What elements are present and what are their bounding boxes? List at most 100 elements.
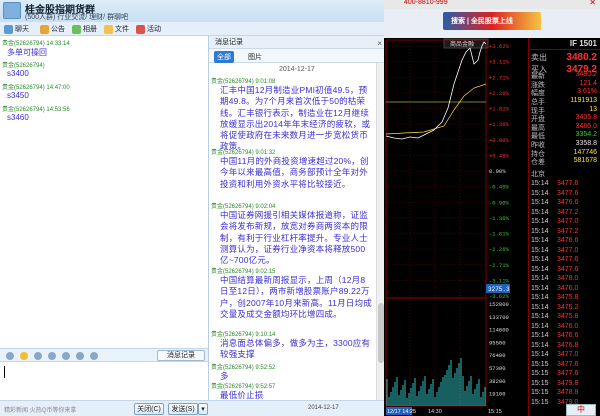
volume-tick-label: 114600 xyxy=(489,327,509,334)
history-scrollbar[interactable] xyxy=(376,63,384,400)
history-message-header: 贵金(52626794) 9:01:08 xyxy=(211,79,276,85)
pct-tick-label: +3.62% xyxy=(489,43,510,50)
volume-tick-label: 57300 xyxy=(489,365,506,372)
futures-chart-window: 400-8810-999 ✕ 搜索 | 全民股票上线 商品金融 +3.62% +3.… xyxy=(384,0,600,416)
history-message: 贵金(52626794) 9:52:57 最低价止损 xyxy=(211,381,373,401)
toolbar-album-button[interactable]: 相册 xyxy=(72,23,97,35)
image-icon[interactable] xyxy=(48,352,56,360)
pct-tick-label: -1.81% xyxy=(489,231,510,238)
history-tabs: 全部 图片 xyxy=(209,49,385,63)
album-icon xyxy=(72,24,81,34)
message-input[interactable] xyxy=(0,362,208,400)
quote-value: 1191913 xyxy=(570,97,597,104)
group-avatar[interactable] xyxy=(3,2,21,19)
history-message: 贵金(52626794) 9:01:32 中国11月的外商投资增速超过20%，创… xyxy=(211,147,373,190)
toolbar-file-button[interactable]: 文件 xyxy=(104,23,129,35)
pct-tick-label: +1.81% xyxy=(489,106,510,113)
tick-time: 15:14 xyxy=(531,227,549,235)
tick-price: 3475.8 xyxy=(557,313,579,320)
tick-time: 15:14 xyxy=(531,180,549,187)
ad-banner-strip: 搜索 | 全民股票上线 xyxy=(384,9,600,38)
message-text: s3400 xyxy=(7,69,29,78)
toolbar-file-label: 文件 xyxy=(115,26,129,33)
time-label: 12/17 14:25 xyxy=(387,409,416,415)
music-icon[interactable] xyxy=(76,352,84,360)
message-time: 14:33:14 xyxy=(46,41,70,47)
toolbar-notice-label: 公告 xyxy=(51,26,65,33)
send-button[interactable]: 发送(S) xyxy=(168,403,198,415)
quote-value: 3358.8 xyxy=(575,140,597,147)
ad-link[interactable]: 精彩新闻 火热Q币等你来拿 xyxy=(4,405,76,414)
pct-tick-label: +3.11% xyxy=(489,59,510,66)
message-history-panel: 消息记录 × 全部 图片 2014-12-17 贵金(52626794) 9:0… xyxy=(208,36,385,401)
quote-panel: IF 1501 卖出 3480.2 买入 3479.2 最新 3480.2 涨跌 121.4 幅… xyxy=(528,38,600,416)
tab-images[interactable]: 图片 xyxy=(245,51,265,63)
quote-value: 581678 xyxy=(573,157,597,165)
shake-icon[interactable] xyxy=(34,352,42,360)
history-message-text: 消息面总体偏多，做多为主，3300应有较强支撑 xyxy=(220,338,371,360)
chart-frame xyxy=(385,39,487,407)
tick-time: 15:14 xyxy=(531,275,549,282)
tick-price: 3477.2 xyxy=(557,227,579,235)
tick-price: 3478.8 xyxy=(557,389,579,396)
tick-time: 15:14 xyxy=(531,303,549,311)
price-marker-label: 3275.3 xyxy=(488,286,510,293)
window-close-icon[interactable]: ✕ xyxy=(589,0,596,7)
group-description: (500人群) 行业交流/ 理财/ 群聊吧 xyxy=(25,14,129,21)
pct-tick-label: +1.36% xyxy=(489,121,510,128)
pct-tick-label: -2.26% xyxy=(489,246,510,253)
chat-message-area[interactable]: 贵金(52626794) 14:33:14 多单可操回 贵金(52626794)… xyxy=(0,36,208,348)
chat-message: 贵金(52626794) 14:53:56 s3460 xyxy=(2,104,70,122)
tick-time: 15:14 xyxy=(531,332,549,339)
tick-price: 3476.6 xyxy=(557,332,579,339)
pct-tick-label: -0.90% xyxy=(489,199,510,206)
history-title-text: 消息记录 xyxy=(215,39,243,46)
contract-code: IF 1501 xyxy=(569,39,597,48)
intraday-chart[interactable]: 商品金融 +3.62% +3.11% +2.71% +2.26% +1.81% +1.36%… xyxy=(384,38,528,416)
tick-price: 3477.6 xyxy=(557,256,579,263)
history-message: 贵金(52626794) 9:01:08 汇丰中国12月制造业PMI初值49.5… xyxy=(211,76,373,153)
trading-titlebar: 400-8810-999 ✕ xyxy=(384,0,600,9)
toolbar-chat-button[interactable]: 聊天 xyxy=(4,23,29,35)
chart-tab-label: 商品金融 xyxy=(450,40,474,48)
folder-icon xyxy=(104,24,113,34)
ime-indicator[interactable]: 中 xyxy=(566,404,596,416)
tab-all[interactable]: 全部 xyxy=(214,51,234,63)
close-button[interactable]: 关闭(C) xyxy=(134,403,164,415)
tick-price: 3476.6 xyxy=(557,237,579,244)
chat-toolbar: 聊天 公告 相册 文件 活动 xyxy=(0,22,384,36)
volume-tick-label: 19100 xyxy=(489,391,506,398)
qq-group-window: 桂金股指期货群 (500人群) 行业交流/ 理财/ 群聊吧 聊天 公告 相册 文… xyxy=(0,0,385,416)
toolbar-album-label: 相册 xyxy=(83,26,97,33)
tick-time: 15:14 xyxy=(531,246,549,254)
pct-tick-label: 0.00% xyxy=(489,168,506,175)
pct-tick-label: +0.45% xyxy=(489,152,510,159)
activity-icon xyxy=(136,24,145,34)
message-time: 14:53:56 xyxy=(46,107,70,113)
toolbar-activity-button[interactable]: 活动 xyxy=(136,23,161,35)
history-message-header: 贵金(52626794) 9:10:14 xyxy=(211,332,276,338)
tick-time: 15:15 xyxy=(531,398,549,406)
history-message-header: 贵金(52626794) 9:52:52 xyxy=(211,365,276,371)
quote-value: 3405.8 xyxy=(575,114,597,122)
send-options-dropdown[interactable]: ▾ xyxy=(198,403,208,415)
quote-label: 卖出 xyxy=(531,53,547,62)
tick-time: 15:14 xyxy=(531,189,549,197)
tick-price: 3476.8 xyxy=(557,341,579,349)
tick-price: 3477.0 xyxy=(557,246,579,254)
gift-icon[interactable] xyxy=(90,352,98,360)
tick-price: 3479.8 xyxy=(557,379,579,387)
font-icon[interactable] xyxy=(6,352,14,360)
tick-price: 3478.0 xyxy=(557,275,579,282)
tick-time: 15:15 xyxy=(531,379,549,387)
toolbar-notice-button[interactable]: 公告 xyxy=(40,23,65,35)
ad-banner[interactable]: 搜索 | 全民股票上线 xyxy=(443,12,541,30)
message-history-button[interactable]: 消息记录 xyxy=(157,350,205,361)
toolbar-chat-label: 聊天 xyxy=(15,26,29,33)
tick-price: 3475.8 xyxy=(557,294,579,301)
emoji-icon[interactable] xyxy=(20,352,28,360)
screenshot-icon[interactable] xyxy=(62,352,70,360)
chat-message: 贵金(52626794) 14:33:14 多单可操回 xyxy=(2,38,70,58)
notice-icon xyxy=(40,24,49,34)
tick-time: 15:14 xyxy=(531,237,549,244)
